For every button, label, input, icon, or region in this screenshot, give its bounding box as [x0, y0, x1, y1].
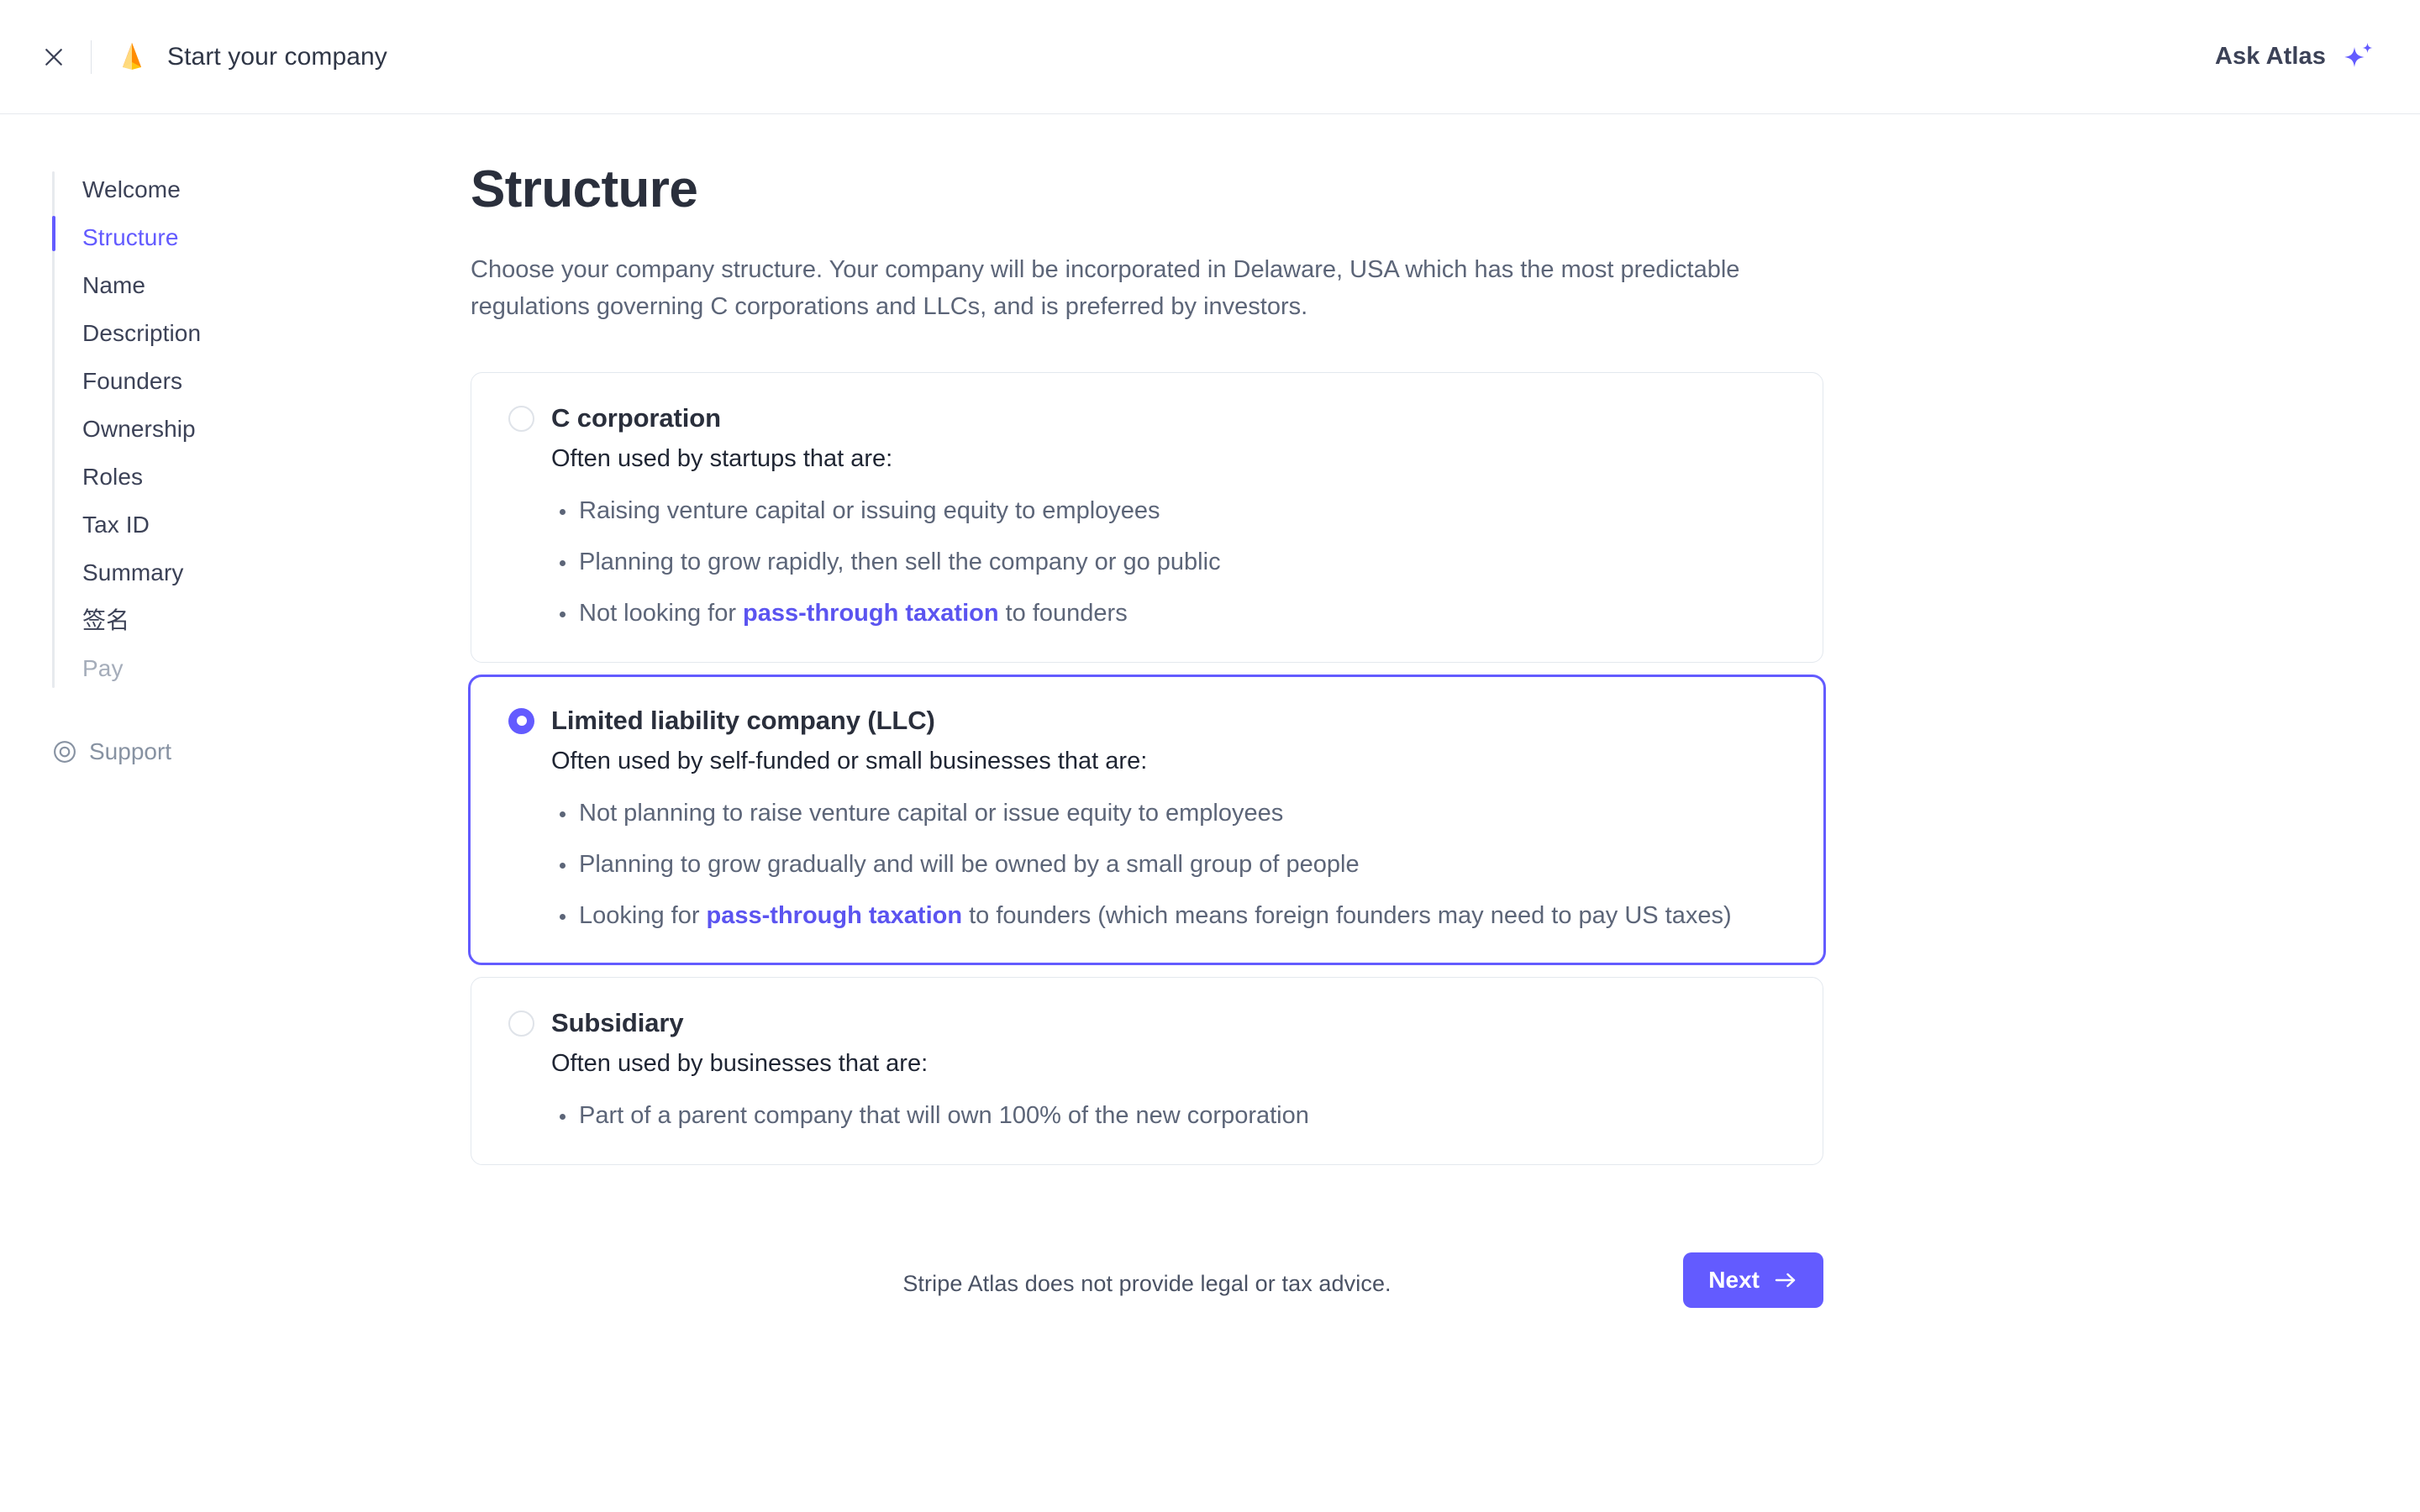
form-footer: Stripe Atlas does not provide legal or t… [471, 1252, 1823, 1316]
sidebar-item-founders[interactable]: Founders [82, 358, 471, 406]
sidebar-item-name[interactable]: Name [82, 262, 471, 310]
option-title: Limited liability company (LLC) [551, 706, 935, 736]
sidebar-item-structure[interactable]: Structure [52, 214, 471, 262]
bullet-text: Not looking for [579, 600, 744, 627]
support-label: Support [89, 738, 172, 764]
bullet-text: Planning to grow rapidly, then sell the … [579, 548, 1221, 575]
header-left-group: Start your company [30, 34, 387, 81]
sidebar-item-pay: Pay [82, 655, 124, 681]
list-item: Not looking for pass-through taxation to… [551, 597, 1789, 630]
option-subtitle: Often used by businesses that are: [551, 1050, 929, 1078]
atlas-logo-icon [123, 42, 141, 70]
sidebar-item-roles[interactable]: Roles [82, 454, 471, 501]
list-item: Planning to grow rapidly, then sell the … [551, 546, 1789, 579]
ask-atlas-button[interactable]: Ask Atlas [2215, 39, 2376, 75]
sidebar-item-summary[interactable]: Summary [82, 549, 471, 597]
header-divider [91, 39, 92, 74]
option-card-limited-liability-company[interactable]: Limited liability company (LLC) Often us… [468, 675, 1826, 966]
option-header: Limited liability company (LLC) [508, 706, 1789, 736]
close-icon[interactable] [30, 34, 77, 81]
option-card-subsidiary[interactable]: Subsidiary Often used by businesses that… [471, 977, 1823, 1165]
sidebar-item-signature[interactable]: 签名 [82, 597, 471, 645]
radio-c-corporation[interactable] [508, 405, 534, 432]
option-bullet-list: Part of a parent company that will own 1… [551, 1100, 1789, 1132]
sparkles-icon [2344, 42, 2373, 67]
option-bullet-list: Not planning to raise venture capital or… [551, 797, 1789, 932]
page-title: Structure [471, 160, 698, 218]
main-content: Structure Choose your company structure.… [468, 114, 1949, 1316]
list-item: Planning to grow gradually and will be o… [551, 848, 1789, 881]
bullet-text: Looking for [579, 902, 707, 930]
pass-through-taxation-link[interactable]: pass-through taxation [707, 902, 963, 929]
app-header: Start your company Ask Atlas [0, 0, 2420, 114]
bullet-text: Not planning to raise venture capital or… [579, 799, 1284, 827]
legal-disclaimer: Stripe Atlas does not provide legal or t… [902, 1271, 1392, 1297]
option-subtitle: Often used by self-funded or small busin… [551, 748, 1148, 775]
bullet-text-tail: to founders (which means foreign founder… [962, 902, 1732, 930]
app-title: Start your company [167, 42, 387, 71]
next-button[interactable]: Next [1683, 1252, 1823, 1308]
option-bullet-list: Raising venture capital or issuing equit… [551, 495, 1789, 630]
radio-limited-liability-company[interactable] [508, 707, 534, 734]
list-item: Looking for pass-through taxation to fou… [551, 900, 1789, 932]
ask-atlas-label: Ask Atlas [2215, 43, 2326, 70]
bullet-text: Part of a parent company that will own 1… [579, 1101, 1309, 1129]
list-item: Not planning to raise venture capital or… [551, 797, 1789, 830]
option-title: C corporation [551, 403, 721, 433]
sidebar-item-tax-id[interactable]: Tax ID [82, 501, 471, 549]
sidebar-item-ownership[interactable]: Ownership [82, 406, 471, 454]
bullet-text: Planning to grow gradually and will be o… [579, 850, 1360, 878]
bullet-text: Raising venture capital or issuing equit… [579, 496, 1160, 524]
bullet-text-tail: to founders [998, 600, 1128, 627]
pass-through-taxation-link[interactable]: pass-through taxation [743, 600, 999, 627]
option-subtitle: Often used by startups that are: [551, 445, 893, 473]
option-card-c-corporation[interactable]: C corporation Often used by startups tha… [471, 372, 1823, 664]
list-item: Part of a parent company that will own 1… [551, 1100, 1789, 1132]
lifebuoy-icon [54, 741, 76, 763]
arrow-right-icon [1775, 1273, 1796, 1288]
option-header: Subsidiary [508, 1008, 1789, 1038]
page-description: Choose your company structure. Your comp… [471, 256, 1740, 321]
sidebar-item-description[interactable]: Description [82, 310, 471, 358]
list-item: Raising venture capital or issuing equit… [551, 495, 1789, 528]
support-link[interactable]: Support [52, 738, 471, 765]
option-header: C corporation [508, 403, 1789, 433]
radio-subsidiary[interactable] [508, 1010, 534, 1037]
next-button-label: Next [1708, 1266, 1760, 1293]
structure-options-group: C corporation Often used by startups tha… [468, 372, 1826, 1165]
sidebar: Welcome Structure Name Description Found… [0, 114, 471, 765]
option-title: Subsidiary [551, 1008, 684, 1038]
page-body: Welcome Structure Name Description Found… [0, 114, 2420, 1316]
brand-group[interactable]: Start your company [115, 40, 387, 74]
sidebar-item-welcome[interactable]: Welcome [82, 166, 471, 214]
sidebar-nav: Welcome Structure Name Description Found… [52, 166, 471, 693]
